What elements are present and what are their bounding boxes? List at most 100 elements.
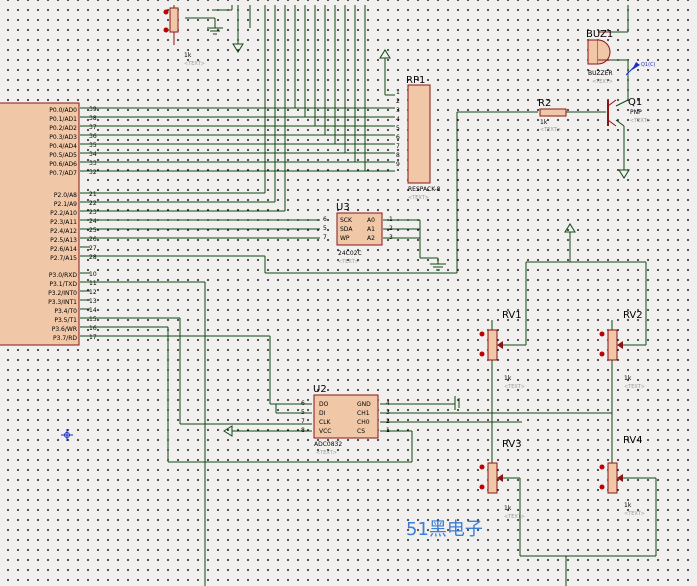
rp1-pin-number: 3 bbox=[396, 107, 400, 114]
mcu-pin-number: 26 bbox=[89, 236, 97, 243]
rv2-text: <TEXT> bbox=[624, 384, 645, 390]
u2-part: ADC0832 bbox=[314, 441, 342, 448]
rv2-ref: RV2 bbox=[623, 310, 643, 321]
mcu-pin-label: P2.3/A11 bbox=[50, 219, 77, 226]
probe-label: Q1(C) bbox=[641, 62, 656, 68]
u3-pin-number: 7 bbox=[323, 234, 327, 241]
mcu-pin-number: 27 bbox=[89, 245, 97, 252]
q1-transistor[interactable]: Q1 PNP <TEXT> bbox=[607, 97, 651, 127]
mcu-pin-number: 15 bbox=[89, 316, 97, 323]
u2-pin-label: DI bbox=[319, 410, 326, 417]
r2-value: 1k bbox=[540, 119, 548, 126]
q1-part: PNP bbox=[630, 109, 642, 116]
rv4-potentiometer[interactable]: RV4 1k <TEXT> bbox=[599, 435, 645, 517]
top-pot-text: <TEXT> bbox=[184, 61, 205, 67]
u2-ref: U2 bbox=[313, 384, 327, 395]
u3-pin-label: SCK bbox=[340, 217, 353, 224]
origin-marker-icon bbox=[61, 429, 73, 441]
u2-pin-number: 1 bbox=[386, 427, 390, 434]
u2-pin-number: 8 bbox=[301, 427, 305, 434]
u3-pin-number: 1 bbox=[389, 216, 393, 223]
mcu-pin-number: 25 bbox=[89, 227, 97, 234]
mcu-pin-label: P3.5/T1 bbox=[54, 317, 77, 324]
rv3-potentiometer[interactable]: RV3 1k <TEXT> bbox=[479, 439, 525, 520]
rv2-value: 1k bbox=[624, 375, 632, 382]
mcu-pin-label: P0.1/AD1 bbox=[49, 116, 77, 123]
mcu-pin-label: P2.0/A8 bbox=[54, 192, 77, 199]
mcu-pin-label: P3.0/RXD bbox=[49, 272, 77, 279]
mcu-pin-number: 14 bbox=[89, 307, 97, 314]
u3-part: 24C02C bbox=[338, 250, 362, 257]
u2-pin-number: 2 bbox=[386, 418, 390, 425]
u2-pin-number: 6 bbox=[301, 400, 305, 407]
top-pot-value: 1k bbox=[184, 52, 192, 59]
u3-pin-number: 5 bbox=[323, 225, 327, 232]
rv1-value: 1k bbox=[504, 375, 512, 382]
mcu-pin-label: P3.2/INT0 bbox=[48, 290, 77, 297]
u2-pin-number: 5 bbox=[301, 409, 305, 416]
rv1-text: <TEXT> bbox=[504, 384, 525, 390]
rv2-potentiometer[interactable]: RV2 1k <TEXT> bbox=[599, 310, 645, 390]
mcu-pin-number: 36 bbox=[89, 133, 97, 140]
mcu-pin-label: P0.2/AD2 bbox=[49, 125, 77, 132]
mcu-pin-label: P3.6/WR bbox=[52, 326, 77, 333]
r2-ref: R2 bbox=[538, 98, 551, 109]
u2-pin-label: DO bbox=[319, 401, 329, 408]
voltage-probe-icon[interactable]: Q1(C) bbox=[625, 62, 656, 76]
u3-pin-label: A1 bbox=[367, 226, 375, 233]
rp1-pin-number: 7 bbox=[396, 143, 400, 150]
u3-pin-label: WP bbox=[340, 235, 350, 242]
mcu-pin-number: 12 bbox=[89, 289, 97, 296]
mcu-pin-number: 22 bbox=[89, 200, 97, 207]
u3-pin-label: A0 bbox=[367, 217, 375, 224]
rp1-pin-number: 1 bbox=[396, 89, 400, 96]
u3-pin-label: SDA bbox=[340, 226, 353, 233]
rv3-text: <TEXT> bbox=[504, 514, 525, 520]
u2-text: <TEXT> bbox=[316, 450, 337, 456]
u3-pin-number: 6 bbox=[323, 216, 327, 223]
mcu-pin-number: 24 bbox=[89, 218, 97, 225]
mcu-pin-number: 28 bbox=[89, 254, 97, 261]
mcu-pin-label: P2.1/A9 bbox=[54, 201, 77, 208]
rp1-pin-number: 4 bbox=[396, 116, 400, 123]
u2-pin-label: GND bbox=[357, 401, 371, 408]
schematic-canvas[interactable]: P0.0/AD0 39 P0.1/AD1 38 P0.2/AD2 37 P0.3/AD3 36… bbox=[0, 0, 697, 586]
top-potentiometer[interactable]: 1k <TEXT> bbox=[163, 5, 205, 67]
u3-eeprom[interactable]: SCK 6 SDA 5 WP 7 A0 1 A1 2 A2 3 U3 24C02C <TEXT> bbox=[323, 202, 393, 265]
u3-ref: U3 bbox=[336, 202, 350, 213]
u3-pin-number: 2 bbox=[389, 225, 393, 232]
mcu-pin-label: P2.4/A12 bbox=[50, 228, 77, 235]
u2-pin-label: CLK bbox=[319, 419, 332, 426]
mcu-pin-label: P3.3/INT1 bbox=[48, 299, 77, 306]
u3-pin-label: A2 bbox=[367, 235, 375, 242]
mcu-pin-label: P3.1/TXD bbox=[49, 281, 77, 288]
rv3-value: 1k bbox=[504, 505, 512, 512]
mcu-pin-number: 16 bbox=[89, 325, 97, 332]
r2-text: <TEXT> bbox=[540, 127, 561, 133]
mcu-pin-number: 32 bbox=[89, 169, 97, 176]
rv4-text: <TEXT> bbox=[624, 511, 645, 517]
mcu-pin-number: 17 bbox=[89, 334, 97, 341]
mcu-pin-number: 21 bbox=[89, 191, 97, 198]
rp1-ref: RP1 bbox=[406, 75, 425, 86]
mcu-pin-label: P0.6/AD6 bbox=[49, 161, 77, 168]
mcu-pin-number: 35 bbox=[89, 142, 97, 149]
u2-adc[interactable]: DO 6 DI 5 CLK 7 VCC 8 GND 4 CH1 3 CH0 2 CS 1 U2 ADC0832… bbox=[301, 384, 390, 456]
rp1-pin-number: 2 bbox=[396, 98, 400, 105]
mcu-pin-label: P0.7/AD7 bbox=[49, 170, 77, 177]
buzzer-ref: BUZ1 bbox=[586, 29, 613, 40]
rv1-potentiometer[interactable]: RV1 1k <TEXT> bbox=[479, 310, 525, 390]
mcu-pin-label: P2.6/A14 bbox=[50, 246, 77, 253]
mcu-pin-label: P0.3/AD3 bbox=[49, 134, 77, 141]
buzzer[interactable]: BUZ1 BUZZER <TEXT> bbox=[586, 29, 613, 85]
mcu-pin-label: P3.7/RD bbox=[53, 335, 77, 342]
rp1-pin-number: 8 bbox=[396, 152, 400, 159]
mcu-pin-number: 34 bbox=[89, 151, 97, 158]
q1-text: <TEXT> bbox=[630, 118, 651, 124]
mcu-pin-number: 33 bbox=[89, 160, 97, 167]
mcu-pin-number: 13 bbox=[89, 298, 97, 305]
r2-resistor[interactable]: R2 1k <TEXT> bbox=[538, 98, 567, 133]
rp1-resistor-pack[interactable]: 1 2 3 4 5 6 7 8 9 RP1 RESPACK-8 <TEXT> bbox=[396, 75, 441, 201]
mcu-pin-number: 10 bbox=[89, 271, 97, 278]
rv4-ref: RV4 bbox=[623, 435, 643, 446]
